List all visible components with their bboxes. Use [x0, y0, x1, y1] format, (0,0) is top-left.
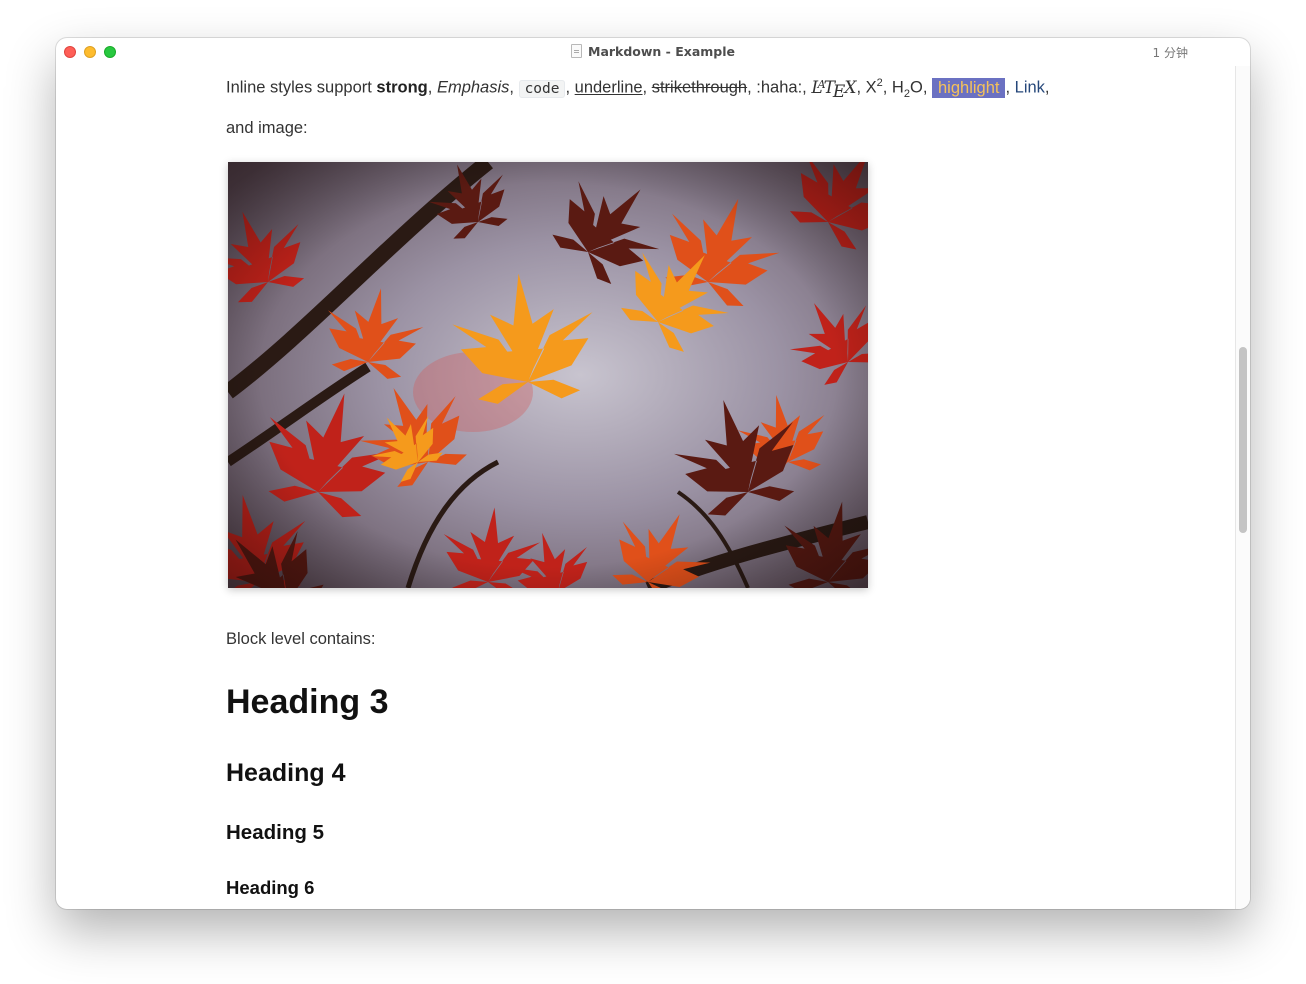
text-run: ,	[1005, 78, 1015, 97]
document-icon	[571, 44, 582, 58]
text-run: and image:	[226, 118, 308, 137]
window-title-text: Markdown - Example	[588, 44, 735, 59]
text-run: , :haha:,	[747, 78, 812, 97]
inline-styles-paragraph[interactable]: Inline styles support strong, Emphasis , …	[226, 66, 1096, 145]
text-run: , X	[856, 78, 877, 97]
heading-5[interactable]: Heading 5	[226, 821, 324, 845]
heading-6[interactable]: Heading 6	[226, 877, 314, 899]
app-window: Markdown - Example 1 分钟 Inline styles su…	[56, 38, 1250, 909]
maple-leaves-image[interactable]	[228, 162, 868, 588]
text-run: ,	[427, 78, 437, 97]
text-run: ,	[1044, 78, 1050, 97]
text-run: ,	[565, 78, 575, 97]
highlight-text: highlight	[932, 77, 1006, 98]
titlebar: Markdown - Example 1 分钟	[56, 38, 1250, 66]
link[interactable]: Link	[1015, 79, 1045, 97]
text-run: O,	[909, 78, 932, 97]
underline-text: underline	[574, 78, 643, 97]
inline-code: code	[518, 79, 566, 98]
text-run: ,	[642, 78, 652, 97]
vertical-scrollbar[interactable]	[1235, 66, 1250, 909]
maple-leaves-photo	[228, 162, 868, 588]
window-title: Markdown - Example	[56, 44, 1250, 59]
heading-4[interactable]: Heading 4	[226, 759, 345, 788]
text-run: Inline styles support	[226, 78, 377, 97]
heading-3[interactable]: Heading 3	[226, 683, 388, 722]
text-run: , H	[882, 78, 904, 97]
text-run: ,	[509, 78, 519, 97]
emphasis-text: Emphasis	[436, 78, 510, 97]
block-level-label[interactable]: Block level contains:	[226, 622, 376, 656]
strong-text: strong	[376, 78, 428, 97]
latex-logo: LATEX	[811, 77, 857, 102]
strikethrough-text: strikethrough	[651, 78, 748, 97]
scrollbar-thumb[interactable]	[1239, 347, 1247, 533]
reading-time: 1 分钟	[1152, 46, 1188, 60]
